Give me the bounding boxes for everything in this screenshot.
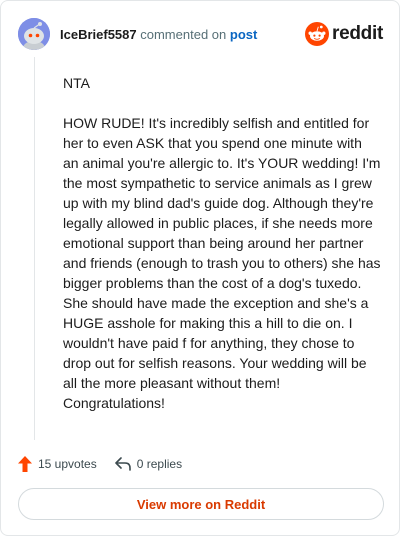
upvotes-button[interactable]: 15 upvotes [18, 456, 97, 472]
view-more-label: View more on Reddit [136, 496, 266, 512]
upvotes-count: 15 upvotes [38, 457, 97, 471]
comment-body: NTA HOW RUDE! It's incredibly selfish an… [63, 73, 381, 433]
reddit-logo-icon [305, 22, 330, 46]
reddit-wordmark: reddit [332, 23, 383, 44]
username-link[interactable]: IceBrief5587 [60, 27, 137, 42]
comment-embed-card: IceBrief5587 commented on post reddit NT… [0, 0, 400, 536]
post-link[interactable]: post [230, 27, 257, 42]
comment-paragraph: HOW RUDE! It's incredibly selfish and en… [63, 115, 381, 411]
comment-paragraph: NTA [63, 75, 90, 91]
reddit-logo[interactable]: reddit [305, 22, 383, 46]
replies-button[interactable]: 0 replies [114, 457, 183, 471]
comment-meta: IceBrief5587 commented on post [60, 27, 305, 42]
commented-on-text: commented on [140, 26, 227, 42]
thread-line [34, 57, 35, 440]
replies-count: 0 replies [136, 457, 183, 471]
reply-arrow-icon [114, 457, 131, 471]
user-avatar-icon[interactable] [18, 18, 50, 50]
comment-header: IceBrief5587 commented on post reddit [18, 18, 383, 50]
upvote-arrow-icon [18, 456, 32, 472]
view-more-button[interactable]: View more on Reddit [18, 488, 384, 520]
comment-actions: 15 upvotes 0 replies [18, 455, 182, 473]
